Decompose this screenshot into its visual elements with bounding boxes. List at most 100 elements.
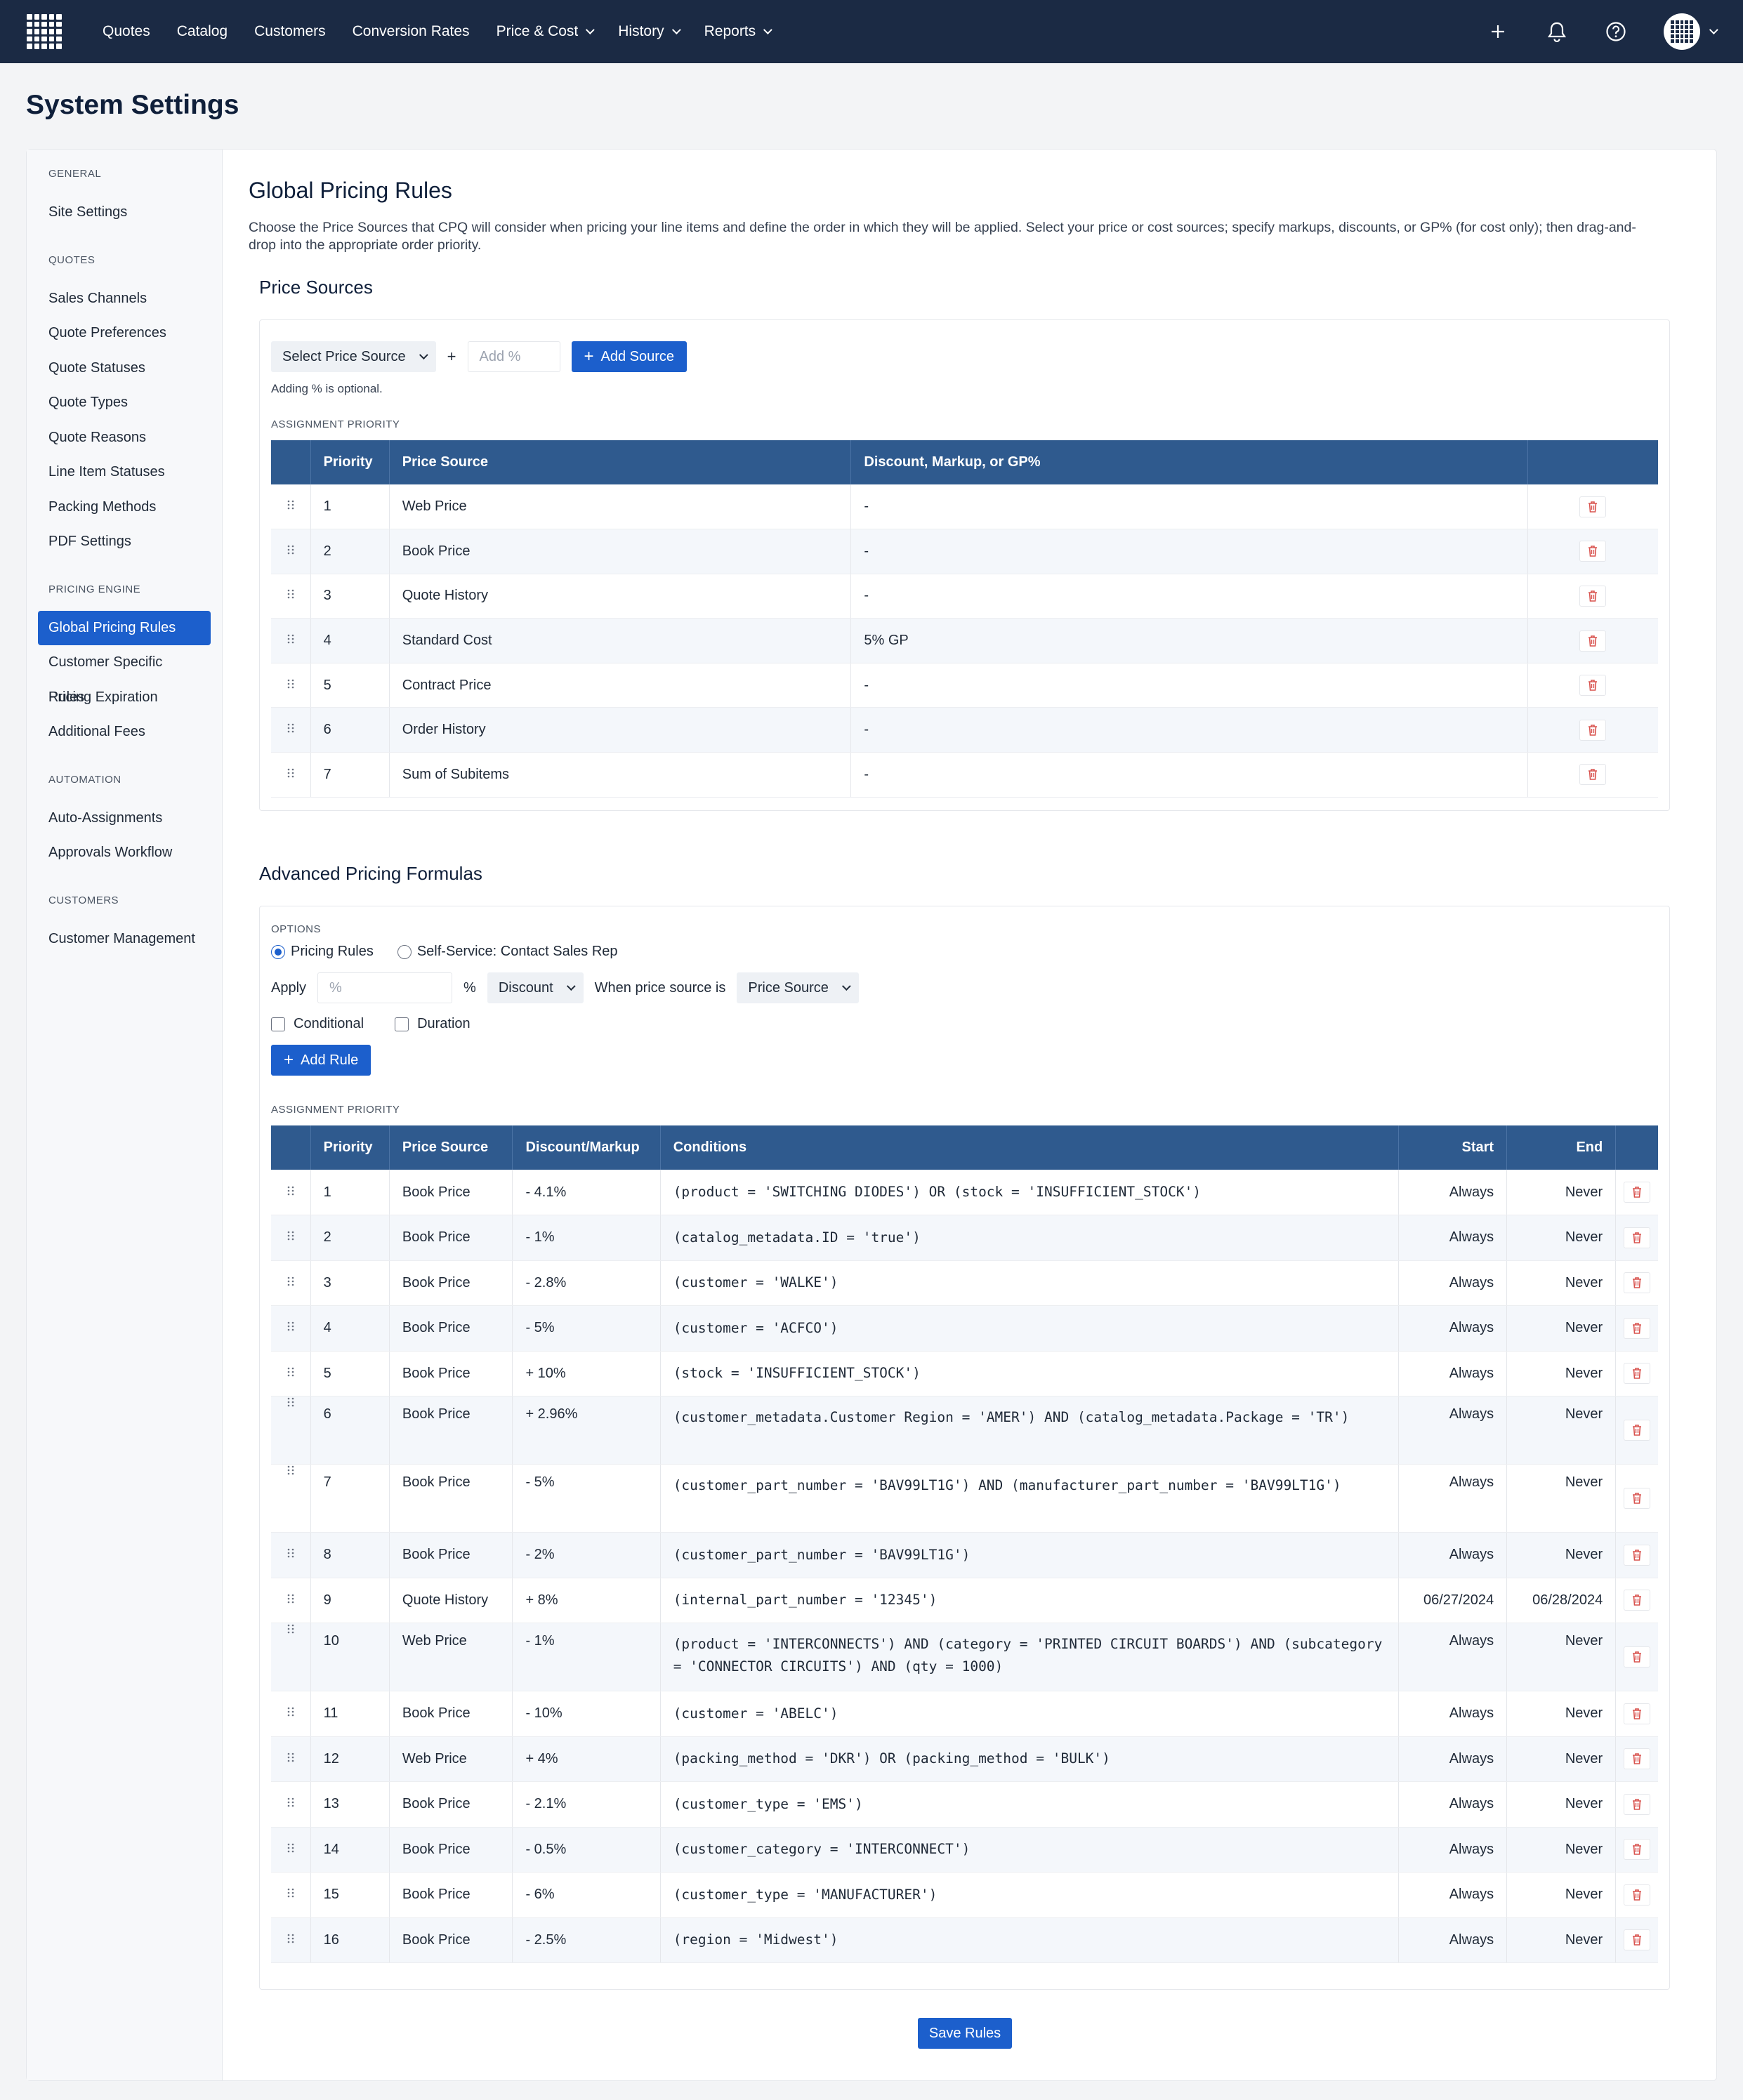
delete-icon[interactable] <box>1579 764 1607 786</box>
sidebar-item-quote-statuses[interactable]: Quote Statuses <box>38 351 211 386</box>
table-row[interactable]: 10 Web Price - 1% (product = 'INTERCONNECTS… <box>271 1623 1658 1691</box>
self-service-radio[interactable]: Self-Service: Contact Sales Rep <box>397 944 618 960</box>
drag-handle-icon[interactable] <box>271 707 311 753</box>
sidebar-item-packing-methods[interactable]: Packing Methods <box>38 490 211 525</box>
drag-handle-icon[interactable] <box>271 1396 311 1465</box>
drag-handle-icon[interactable] <box>271 1781 311 1828</box>
table-row[interactable]: 16 Book Price - 2.5% (region = 'Midwest') Al… <box>271 1917 1658 1963</box>
sidebar-item-auto-assignments[interactable]: Auto-Assignments <box>38 801 211 836</box>
table-row[interactable]: 7 Book Price - 5% (customer_part_number = '… <box>271 1464 1658 1533</box>
apply-percent-input[interactable]: % <box>317 972 453 1003</box>
duration-checkbox[interactable]: Duration <box>395 1016 471 1032</box>
save-rules-button[interactable]: Save Rules <box>917 2018 1013 2049</box>
table-row[interactable]: 5 Contract Price - <box>271 663 1658 708</box>
delete-icon[interactable] <box>1624 1227 1651 1248</box>
sidebar-item-approvals-workflow[interactable]: Approvals Workflow <box>38 836 211 871</box>
drag-handle-icon[interactable] <box>271 1578 311 1623</box>
table-row[interactable]: 7 Sum of Subitems - <box>271 752 1658 798</box>
table-row[interactable]: 4 Book Price - 5% (customer = 'ACFCO') Alway… <box>271 1305 1658 1352</box>
drag-handle-icon[interactable] <box>271 752 311 798</box>
table-row[interactable]: 5 Book Price + 10% (stock = 'INSUFFICIENT_S… <box>271 1351 1658 1396</box>
table-row[interactable]: 2 Book Price - 1% (catalog_metadata.ID = 't… <box>271 1215 1658 1261</box>
drag-handle-icon[interactable] <box>271 618 311 663</box>
delete-icon[interactable] <box>1624 1363 1651 1385</box>
drag-handle-icon[interactable] <box>271 1872 311 1918</box>
conditional-checkbox[interactable]: Conditional <box>271 1016 364 1032</box>
drag-handle-icon[interactable] <box>271 1827 311 1873</box>
sidebar-item-pricing-expiration[interactable]: Pricing Expiration <box>38 680 211 715</box>
drag-handle-icon[interactable] <box>271 529 311 574</box>
user-menu[interactable] <box>1664 13 1718 50</box>
drag-handle-icon[interactable] <box>271 1305 311 1352</box>
nav-item-conversion-rates[interactable]: Conversion Rates <box>353 23 470 40</box>
table-row[interactable]: 8 Book Price - 2% (customer_part_number = '… <box>271 1532 1658 1578</box>
sidebar-item-customer-specific-rules[interactable]: Customer Specific Rules <box>38 645 211 705</box>
sidebar-item-quote-types[interactable]: Quote Types <box>38 385 211 421</box>
app-logo[interactable] <box>27 14 62 49</box>
pricing-rules-radio[interactable]: Pricing Rules <box>271 944 374 960</box>
nav-item-catalog[interactable]: Catalog <box>177 23 228 40</box>
sidebar-item-pdf-settings[interactable]: PDF Settings <box>38 524 211 560</box>
sidebar-item-quote-reasons[interactable]: Quote Reasons <box>38 421 211 456</box>
drag-handle-icon[interactable] <box>271 1260 311 1306</box>
drag-handle-icon[interactable] <box>271 1691 311 1737</box>
delete-icon[interactable] <box>1624 1420 1651 1441</box>
delete-icon[interactable] <box>1579 541 1607 562</box>
sidebar-item-quote-preferences[interactable]: Quote Preferences <box>38 316 211 351</box>
drag-handle-icon[interactable] <box>271 1623 311 1691</box>
delete-icon[interactable] <box>1624 1646 1651 1668</box>
table-row[interactable]: 12 Web Price + 4% (packing_method = 'DKR') … <box>271 1736 1658 1782</box>
plus-icon[interactable] <box>1487 20 1509 43</box>
drag-handle-icon[interactable] <box>271 663 311 708</box>
drag-handle-icon[interactable] <box>271 574 311 619</box>
delete-icon[interactable] <box>1624 1748 1651 1770</box>
delete-icon[interactable] <box>1624 1272 1651 1294</box>
nav-item-reports[interactable]: Reports <box>704 23 772 40</box>
table-row[interactable]: 3 Book Price - 2.8% (customer = 'WALKE') Alw… <box>271 1260 1658 1306</box>
sidebar-item-site-settings[interactable]: Site Settings <box>38 195 211 230</box>
delete-icon[interactable] <box>1624 1488 1651 1509</box>
delete-icon[interactable] <box>1624 1703 1651 1724</box>
delete-icon[interactable] <box>1624 1929 1651 1951</box>
sidebar-item-sales-channels[interactable]: Sales Channels <box>38 282 211 317</box>
table-row[interactable]: 2 Book Price - <box>271 529 1658 574</box>
drag-handle-icon[interactable] <box>271 484 311 530</box>
delete-icon[interactable] <box>1579 719 1607 741</box>
drag-handle-icon[interactable] <box>271 1736 311 1782</box>
table-row[interactable]: 15 Book Price - 6% (customer_type = 'MANUFA… <box>271 1872 1658 1918</box>
sidebar-item-global-pricing-rules[interactable]: Global Pricing Rules <box>38 610 211 645</box>
discount-select[interactable]: Discount <box>487 972 584 1003</box>
drag-handle-icon[interactable] <box>271 1917 311 1963</box>
delete-icon[interactable] <box>1579 675 1607 696</box>
add-percent-input[interactable]: Add % <box>467 341 560 372</box>
drag-handle-icon[interactable] <box>271 1532 311 1578</box>
price-source-select[interactable]: Select Price Source <box>271 341 436 372</box>
delete-icon[interactable] <box>1624 1182 1651 1203</box>
sidebar-item-additional-fees[interactable]: Additional Fees <box>38 715 211 750</box>
drag-handle-icon[interactable] <box>271 1170 311 1215</box>
bell-icon[interactable] <box>1546 20 1568 43</box>
table-row[interactable]: 6 Book Price + 2.96% (customer_metadata.Cus… <box>271 1396 1658 1465</box>
nav-item-quotes[interactable]: Quotes <box>103 23 150 40</box>
table-row[interactable]: 6 Order History - <box>271 707 1658 753</box>
add-rule-button[interactable]: + Add Rule <box>271 1045 371 1076</box>
drag-handle-icon[interactable] <box>271 1215 311 1261</box>
nav-item-customers[interactable]: Customers <box>254 23 326 40</box>
table-row[interactable]: 11 Book Price - 10% (customer = 'ABELC') Alw… <box>271 1691 1658 1737</box>
table-row[interactable]: 3 Quote History - <box>271 574 1658 619</box>
delete-icon[interactable] <box>1624 1793 1651 1815</box>
price-source-filter-select[interactable]: Price Source <box>737 972 859 1003</box>
delete-icon[interactable] <box>1624 1839 1651 1861</box>
delete-icon[interactable] <box>1624 1590 1651 1611</box>
table-row[interactable]: 14 Book Price - 0.5% (customer_category = '… <box>271 1827 1658 1873</box>
drag-handle-icon[interactable] <box>271 1351 311 1396</box>
delete-icon[interactable] <box>1579 496 1607 517</box>
help-icon[interactable] <box>1605 20 1627 43</box>
table-row[interactable]: 1 Web Price - <box>271 484 1658 530</box>
add-source-button[interactable]: + Add Source <box>571 341 688 372</box>
nav-item-history[interactable]: History <box>618 23 681 40</box>
delete-icon[interactable] <box>1624 1884 1651 1906</box>
delete-icon[interactable] <box>1624 1317 1651 1339</box>
delete-icon[interactable] <box>1624 1544 1651 1566</box>
sidebar-item-line-item-statuses[interactable]: Line Item Statuses <box>38 455 211 490</box>
